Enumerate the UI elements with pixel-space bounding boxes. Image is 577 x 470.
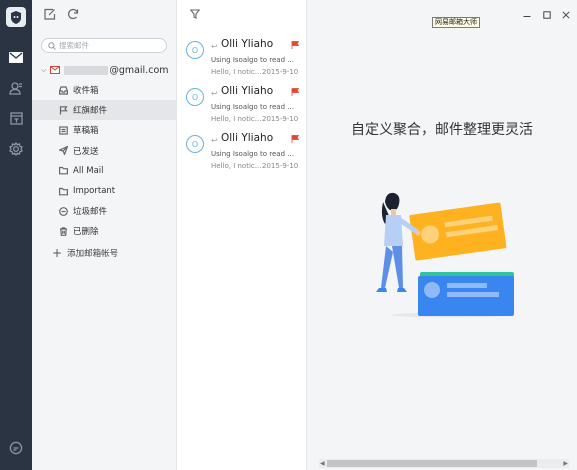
mail-preview: Hello, I notic... [211, 162, 262, 170]
folder-label: 收件箱 [73, 86, 99, 97]
contacts-icon[interactable] [0, 74, 32, 102]
scroll-left-icon[interactable]: ◀ [320, 459, 325, 468]
plus-icon: + [52, 246, 63, 260]
mail-date: 2015-9-10 [262, 115, 299, 123]
logo-icon [6, 7, 26, 27]
reply-icon: ↩ [211, 42, 218, 51]
red-flag-icon[interactable] [291, 41, 299, 49]
sender-avatar: O [186, 135, 204, 153]
folder-label: 已发送 [73, 146, 99, 157]
mail-date: 2015-9-10 [262, 68, 299, 76]
settings-icon[interactable] [0, 135, 32, 163]
account-email: @gmail.com [109, 64, 169, 76]
folder-label: Important [73, 186, 116, 197]
mail-item[interactable]: O ↩ Olli Yliaho Using Isoalgo to read ..… [177, 34, 307, 84]
flag-icon [59, 105, 68, 115]
refresh-icon[interactable] [67, 8, 81, 22]
aggregation-illustration [376, 192, 514, 318]
mail-sender: Olli Yliaho [221, 85, 274, 97]
folder-icon [59, 187, 68, 195]
account-name-redacted [64, 65, 109, 75]
inbox-icon [59, 85, 68, 95]
add-account-button[interactable]: + 添加邮箱帐号 [52, 246, 118, 260]
mail-item[interactable]: O ↩ Olli Yliaho Using Isoalgo to read ..… [177, 128, 307, 178]
mail-subject: Using Isoalgo to read ... [211, 103, 294, 111]
mail-icon[interactable] [0, 43, 32, 71]
feature-slogan: 自定义聚合，邮件整理更灵活 [351, 122, 533, 138]
sent-icon [59, 146, 68, 156]
mail-preview: Hello, I notic... [211, 68, 262, 76]
drafts-icon [59, 126, 68, 135]
mail-sender: Olli Yliaho [221, 132, 274, 144]
folder-icon [59, 167, 68, 175]
scrollbar-thumb[interactable] [327, 460, 537, 467]
spam-icon [59, 206, 68, 216]
folder-sent[interactable]: 已发送 [32, 141, 177, 161]
app-rail [0, 0, 32, 470]
mail-item[interactable]: O ↩ Olli Yliaho Using Isoalgo to read ..… [177, 81, 307, 131]
folder-label: 红旗邮件 [73, 106, 108, 117]
close-icon[interactable] [562, 9, 570, 19]
gmail-icon [50, 66, 61, 74]
sender-avatar: O [186, 88, 204, 106]
folder-spam[interactable]: 垃圾邮件 [32, 201, 177, 221]
mail-subject: Using Isoalgo to read ... [211, 150, 294, 158]
maximize-icon[interactable] [543, 9, 551, 19]
add-account-label: 添加邮箱帐号 [67, 249, 119, 259]
account-row[interactable]: ⌵ @gmail.com [41, 63, 169, 77]
mail-sender: Olli Yliaho [221, 38, 274, 50]
folder-all-mail[interactable]: All Mail [32, 161, 177, 181]
filter-icon[interactable] [189, 9, 201, 22]
app-name-tooltip: 网易邮箱大师 [432, 17, 480, 28]
reply-icon: ↩ [211, 89, 218, 98]
reply-icon: ↩ [211, 136, 218, 145]
folder-label: 已删除 [73, 227, 99, 238]
minimize-icon[interactable] [523, 9, 531, 17]
chevron-down-icon[interactable]: ⌵ [41, 66, 46, 75]
mail-subject: Using Isoalgo to read ... [211, 56, 294, 64]
trash-icon [60, 227, 67, 236]
preview-pane: 网易邮箱大师 自定义聚合，邮件整理更灵活 ◀ ▶ [307, 0, 577, 470]
folder-label: All Mail [73, 165, 104, 176]
compose-icon[interactable] [44, 8, 58, 22]
mail-preview: Hello, I notic... [211, 115, 262, 123]
red-flag-icon[interactable] [291, 135, 299, 143]
mail-date: 2015-9-10 [262, 162, 299, 170]
red-flag-icon[interactable] [291, 88, 299, 96]
folder-trash[interactable]: 已删除 [32, 221, 177, 241]
scroll-right-icon[interactable]: ▶ [563, 459, 568, 468]
folder-drafts[interactable]: 草稿箱 [32, 120, 177, 140]
search-input[interactable] [59, 41, 159, 50]
search-box[interactable] [41, 38, 167, 53]
calendar-icon[interactable] [0, 104, 32, 132]
folder-flagged[interactable]: 红旗邮件 [32, 100, 177, 121]
folder-label: 草稿箱 [73, 126, 99, 137]
folder-list: 收件箱 红旗邮件 草稿箱 已发送 All Mail Important 垃圾邮件 [32, 80, 177, 242]
sender-avatar: O [186, 41, 204, 59]
folder-important[interactable]: Important [32, 181, 177, 201]
horizontal-scrollbar[interactable]: ◀ ▶ [319, 459, 569, 468]
folder-panel: ⌵ @gmail.com 收件箱 红旗邮件 草稿箱 已发送 All Mail I… [32, 0, 177, 470]
search-icon [48, 41, 56, 50]
chat-icon[interactable] [0, 434, 32, 462]
mail-list: O ↩ Olli Yliaho Using Isoalgo to read ..… [177, 0, 307, 470]
folder-inbox[interactable]: 收件箱 [32, 80, 177, 100]
folder-label: 垃圾邮件 [73, 207, 108, 218]
